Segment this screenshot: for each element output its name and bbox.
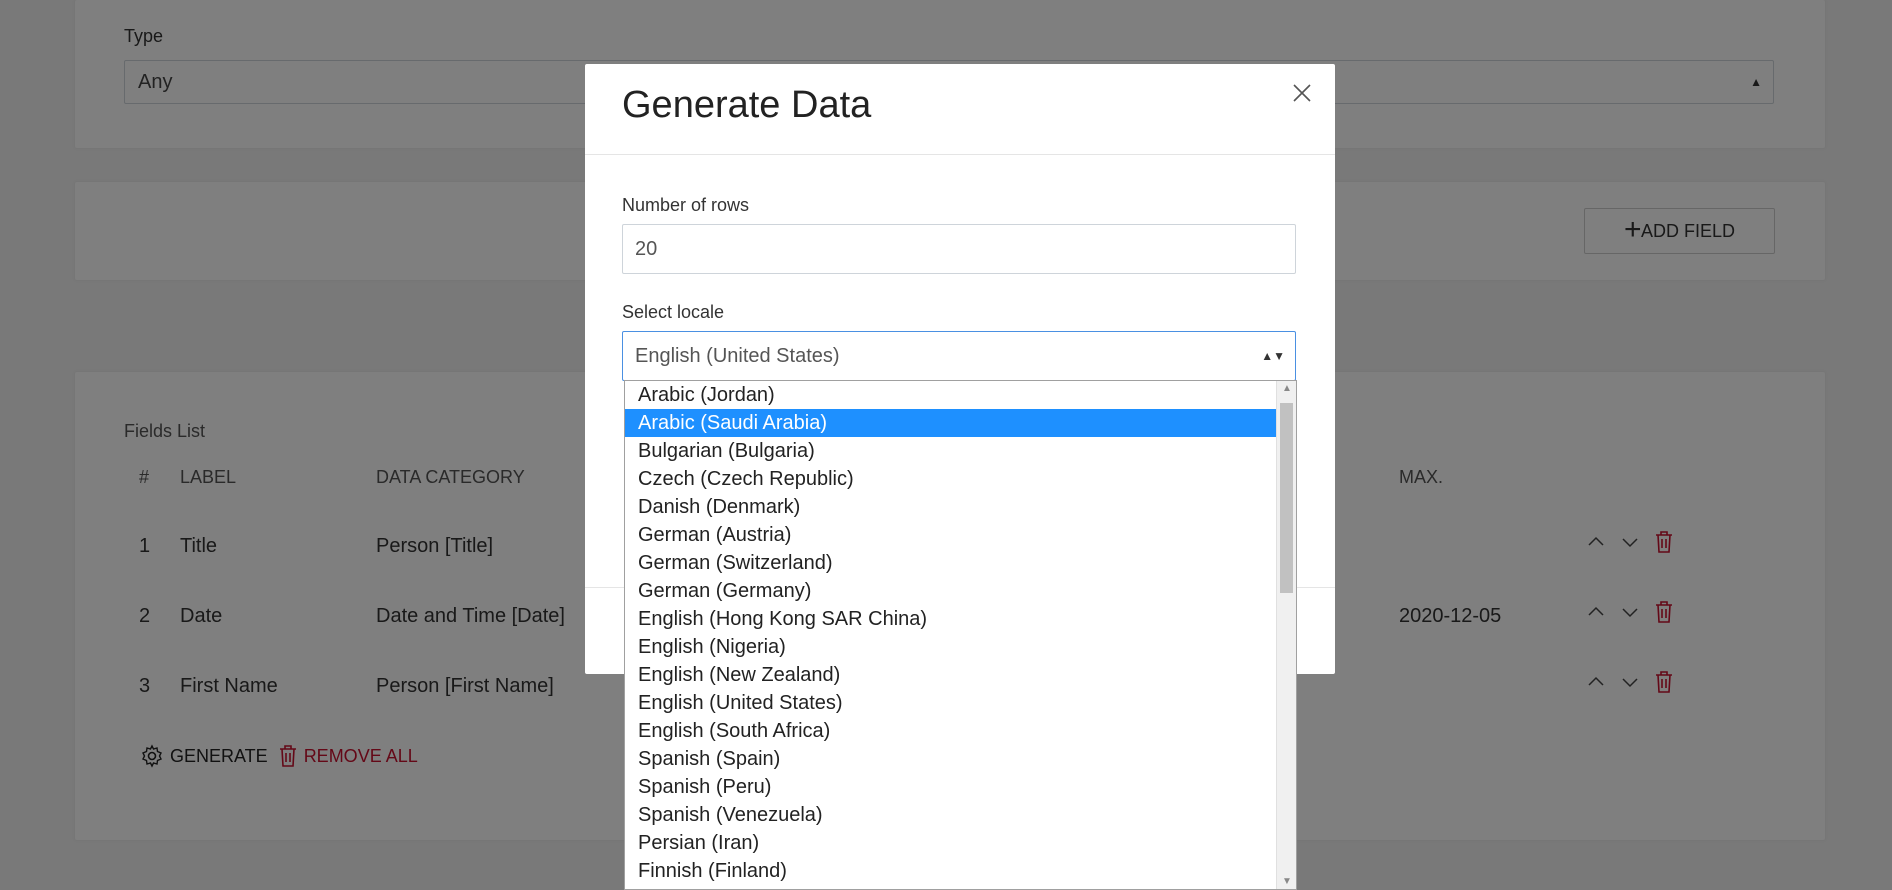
rows-input[interactable] (622, 224, 1296, 274)
locale-option[interactable]: English (Hong Kong SAR China) (625, 605, 1276, 633)
locale-label: Select locale (622, 302, 725, 322)
locale-option[interactable]: English (South Africa) (625, 717, 1276, 745)
scrollbar-thumb[interactable] (1280, 403, 1293, 593)
locale-dropdown-list[interactable]: Arabic (Jordan) Arabic (Saudi Arabia) Bulg… (624, 380, 1297, 890)
locale-option[interactable]: Danish (Denmark) (625, 493, 1276, 521)
locale-select[interactable]: English (United States) ▲▼ (622, 331, 1296, 381)
locale-option[interactable]: Spanish (Peru) (625, 773, 1276, 801)
locale-option[interactable]: Spanish (Venezuela) (625, 801, 1276, 829)
modal-header: Generate Data (585, 64, 1335, 155)
scroll-down-icon[interactable]: ▼ (1277, 876, 1296, 887)
locale-option[interactable]: English (Nigeria) (625, 633, 1276, 661)
locale-options: Arabic (Jordan) Arabic (Saudi Arabia) Bulg… (625, 381, 1276, 885)
scrollbar[interactable]: ▲ ▼ (1276, 381, 1296, 889)
select-arrows-icon: ▲▼ (1261, 349, 1285, 363)
locale-option[interactable]: German (Austria) (625, 521, 1276, 549)
locale-option[interactable]: Arabic (Saudi Arabia) (625, 409, 1276, 437)
modal-title: Generate Data (622, 84, 872, 126)
locale-option[interactable]: Arabic (Jordan) (625, 381, 1276, 409)
locale-option[interactable]: Bulgarian (Bulgaria) (625, 437, 1276, 465)
close-icon[interactable] (1291, 82, 1313, 104)
locale-option[interactable]: Persian (Iran) (625, 829, 1276, 857)
locale-option[interactable]: German (Switzerland) (625, 549, 1276, 577)
locale-option[interactable]: Czech (Czech Republic) (625, 465, 1276, 493)
rows-label: Number of rows (622, 195, 750, 215)
locale-option[interactable]: English (United States) (625, 689, 1276, 717)
locale-option[interactable]: English (New Zealand) (625, 661, 1276, 689)
locale-option[interactable]: Spanish (Spain) (625, 745, 1276, 773)
locale-select-value: English (United States) (635, 345, 840, 367)
scroll-up-icon[interactable]: ▲ (1277, 383, 1296, 394)
locale-option[interactable]: German (Germany) (625, 577, 1276, 605)
locale-option[interactable]: Finnish (Finland) (625, 857, 1276, 885)
